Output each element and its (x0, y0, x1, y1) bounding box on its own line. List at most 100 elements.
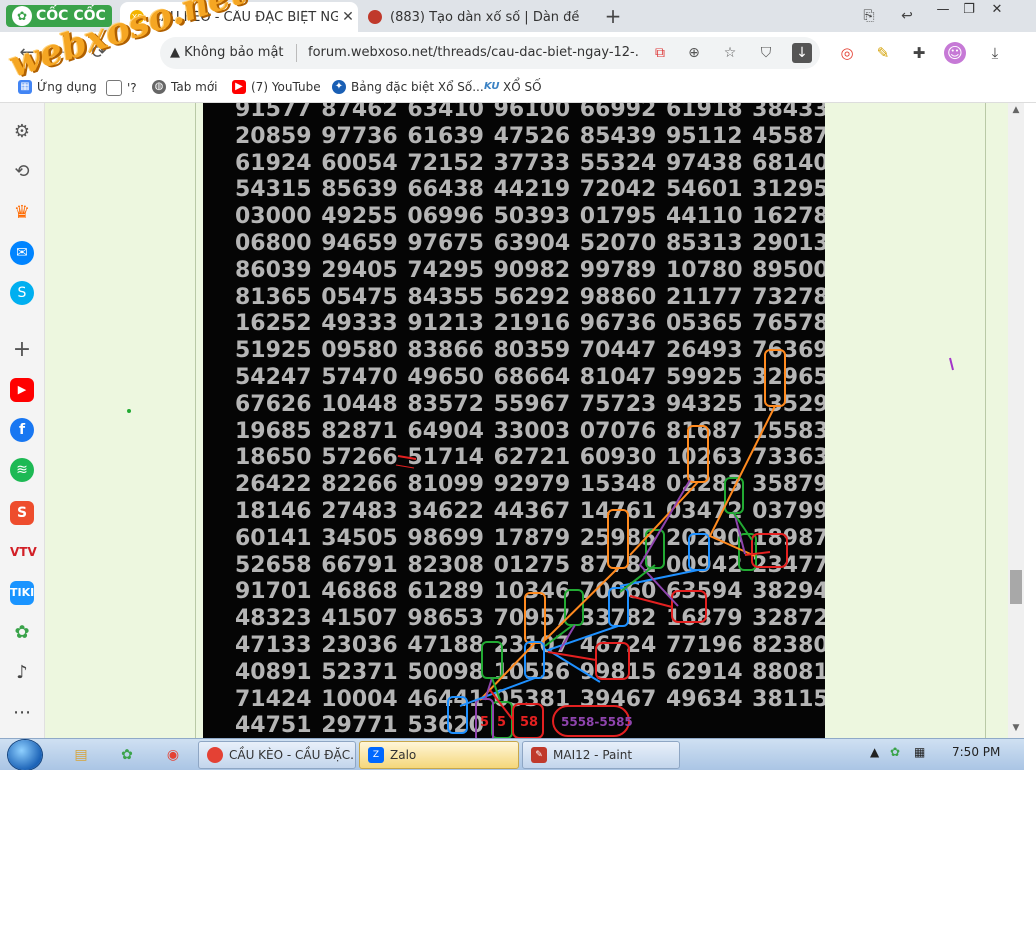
number-row: 48323 41507 98653 70957 33782 16879 3287… (235, 606, 825, 632)
number-row: 47133 23036 47188 23107 46724 77196 8238… (235, 632, 825, 658)
right-column-border (985, 103, 986, 738)
tiki-icon[interactable]: TIKI (10, 581, 34, 605)
scroll-thumb[interactable] (1010, 570, 1022, 604)
scroll-down-icon[interactable]: ▼ (1010, 723, 1022, 735)
pencil-icon[interactable]: ✎ (872, 42, 894, 64)
add-panel-icon[interactable]: + (10, 338, 34, 362)
settings-icon[interactable]: ⚙ (10, 120, 34, 144)
url-text[interactable]: forum.webxoso.net/threads/cau-dac-biet-n… (308, 45, 638, 60)
number-row: 18146 27483 34622 44367 14761 03472 0379… (235, 498, 825, 524)
vtv-icon[interactable]: VTV (10, 540, 37, 564)
number-row: 06800 94659 97675 63904 52070 85313 2901… (235, 230, 825, 256)
address-bar[interactable]: ▲ Không bảo mật forum.webxoso.net/thread… (160, 37, 820, 69)
profile-avatar-icon[interactable]: ☺ (944, 42, 966, 64)
tab-inactive[interactable]: (883) Tạo dàn xổ số | Dàn đề (358, 2, 598, 32)
restore-button[interactable]: ❐ (954, 0, 984, 20)
coccoc-logo-icon: ✿ (12, 6, 32, 26)
number-row: 81365 05475 84355 56292 98860 21177 7327… (235, 284, 825, 310)
folder-icon (106, 80, 122, 96)
page-scrollbar[interactable]: ▲ ▼ (1008, 103, 1024, 738)
zalo-icon: Z (368, 747, 384, 763)
downloads-icon[interactable]: ⤓ (984, 42, 1006, 64)
bookmark-xoso[interactable]: KU XỔ SỐ (484, 80, 542, 94)
ytb-favicon-icon (368, 10, 382, 24)
paint-icon: ✎ (531, 747, 547, 763)
youtube-icon: ▶ (232, 80, 246, 94)
number-row: 61924 60054 72152 37733 55324 97438 6814… (235, 150, 825, 176)
bell-icon[interactable]: ♪ (10, 661, 34, 685)
taskbar-browser-window[interactable]: CẦU KÈO - CẦU ĐẶC... (198, 741, 356, 769)
number-row: 26422 82266 81099 92979 15348 02283 3587… (235, 472, 825, 498)
tab-search-icon[interactable]: ⎘ (858, 5, 880, 27)
number-row: 54247 57470 49650 68664 81047 59925 3296… (235, 364, 825, 390)
tray-coccoc-icon[interactable]: ✿ (890, 745, 900, 759)
coccoc-games-icon[interactable]: ✿ (10, 621, 34, 645)
clock[interactable]: 7:50 PM (952, 745, 1000, 759)
zoom-icon[interactable]: ⊕ (684, 43, 704, 63)
chrome-taskbar-icon[interactable]: ◉ (162, 745, 184, 765)
messenger-icon[interactable]: ✉ (10, 241, 34, 265)
number-row: 18650 57266 51714 62721 60930 10263 7336… (235, 445, 825, 471)
number-row: 86039 29405 74295 90982 99789 10780 8950… (235, 257, 825, 283)
bookmark-youtube[interactable]: ▶ (7) YouTube (232, 80, 321, 94)
popup-blocked-icon[interactable]: ⧉ (650, 43, 670, 63)
warning-icon: ▲ (170, 45, 180, 60)
security-indicator[interactable]: ▲ Không bảo mật (170, 45, 284, 60)
download-page-icon[interactable]: ↓ (792, 43, 812, 63)
number-row: 67626 10448 83572 55967 75723 94325 1352… (235, 391, 825, 417)
new-tab-button[interactable]: + (600, 3, 626, 29)
extensions-icon[interactable]: ✚ (908, 42, 930, 64)
network-icon[interactable]: ▦ (914, 745, 925, 759)
bookmark-folder[interactable]: '? (106, 80, 137, 96)
crown-icon[interactable]: ♛ (10, 201, 34, 225)
bookmarks-bar: ▦ Ứng dụng '? ◍ Tab mới ▶ (7) YouTube ✦ Bảng… (0, 74, 1036, 103)
shopee-icon[interactable]: S (10, 501, 34, 525)
tab-title: (883) Tạo dàn xổ số | Dàn đề (390, 9, 580, 25)
lottery-results-image: 91577 87462 63410 96100 66992 61918 3843… (203, 103, 825, 738)
skype-icon[interactable]: S (10, 281, 34, 305)
coccoc-sidebar: ⚙ ⟲ ♛ ✉ S + ▶ f ≋ S VTV TIKI ✿ ♪ ⋯ (0, 103, 45, 738)
number-row: 54315 85639 66438 44219 72042 54601 3129… (235, 177, 825, 203)
ku-icon: KU (484, 81, 500, 92)
number-row: 03000 49255 06996 50393 01795 44110 1627… (235, 204, 825, 230)
number-row: 40891 52371 50098 10536 99815 62914 8808… (235, 659, 825, 685)
number-row: 16252 49333 91213 21916 96736 05365 7657… (235, 311, 825, 337)
bookmark-apps[interactable]: ▦ Ứng dụng (18, 80, 97, 94)
bookmark-new-tab[interactable]: ◍ Tab mới (152, 80, 218, 94)
facebook-icon[interactable]: f (10, 418, 34, 442)
left-column-border (195, 103, 196, 738)
youtube-icon[interactable]: ▶ (10, 378, 34, 402)
coccoc-extension-icon[interactable]: ◎ (836, 42, 858, 64)
number-row: 19685 82871 64904 33003 07076 81687 1558… (235, 418, 825, 444)
start-button[interactable] (8, 740, 42, 770)
taskbar-paint-window[interactable]: ✎ MAI12 - Paint (522, 741, 680, 769)
number-row: 60141 34505 98699 17879 25985 20290 1898… (235, 525, 825, 551)
bookmark-star-icon[interactable]: ☆ (720, 43, 740, 63)
scroll-up-icon[interactable]: ▲ (1010, 105, 1022, 117)
number-row: 20859 97736 61639 47526 85439 95112 4558… (235, 123, 825, 149)
taskbar-zalo-window[interactable]: Z Zalo (359, 741, 519, 769)
address-divider (296, 44, 297, 62)
back-to-tab-icon[interactable]: ↩ (896, 5, 918, 27)
number-row: 51925 09580 83866 80359 70447 26493 7636… (235, 338, 825, 364)
number-row: 52658 66791 82308 01275 87781 00942 2347… (235, 552, 825, 578)
screen: ✿ CỐC CỐC XS CẦU KÈO - CẦU ĐẶC BIỆT NGÀY… (0, 0, 1036, 770)
more-icon[interactable]: ⋯ (10, 701, 34, 725)
explorer-icon[interactable]: ▤ (70, 745, 92, 765)
number-row: 44751 29771 53620 (235, 713, 484, 738)
bookmark-bang-dac-biet[interactable]: ✦ Bảng đặc biệt Xổ Số... (332, 80, 484, 94)
xs-icon: ✦ (332, 80, 346, 94)
spotify-icon[interactable]: ≋ (10, 458, 34, 482)
close-window-button[interactable]: ✕ (982, 0, 1012, 20)
shield-icon[interactable]: ⛉ (756, 43, 776, 63)
globe-icon: ◍ (152, 80, 166, 94)
number-row: 91701 46868 61289 10346 70060 63594 3829… (235, 579, 825, 605)
number-row: 71424 10004 46441 05381 39467 49634 3811… (235, 686, 825, 712)
tray-expand-icon[interactable]: ▲ (870, 745, 879, 759)
history-icon[interactable]: ⟲ (10, 160, 34, 184)
close-tab-icon[interactable]: ✕ (338, 9, 358, 25)
coccoc-taskbar-icon[interactable]: ✿ (116, 745, 138, 765)
windows-taskbar: ▤ ✿ ◉ CẦU KÈO - CẦU ĐẶC... Z Zalo ✎ MAI1… (0, 738, 1024, 770)
number-grid: 91577 87462 63410 96100 66992 61918 3843… (235, 103, 825, 738)
number-row: 91577 87462 63410 96100 66992 61918 3843… (235, 103, 825, 122)
